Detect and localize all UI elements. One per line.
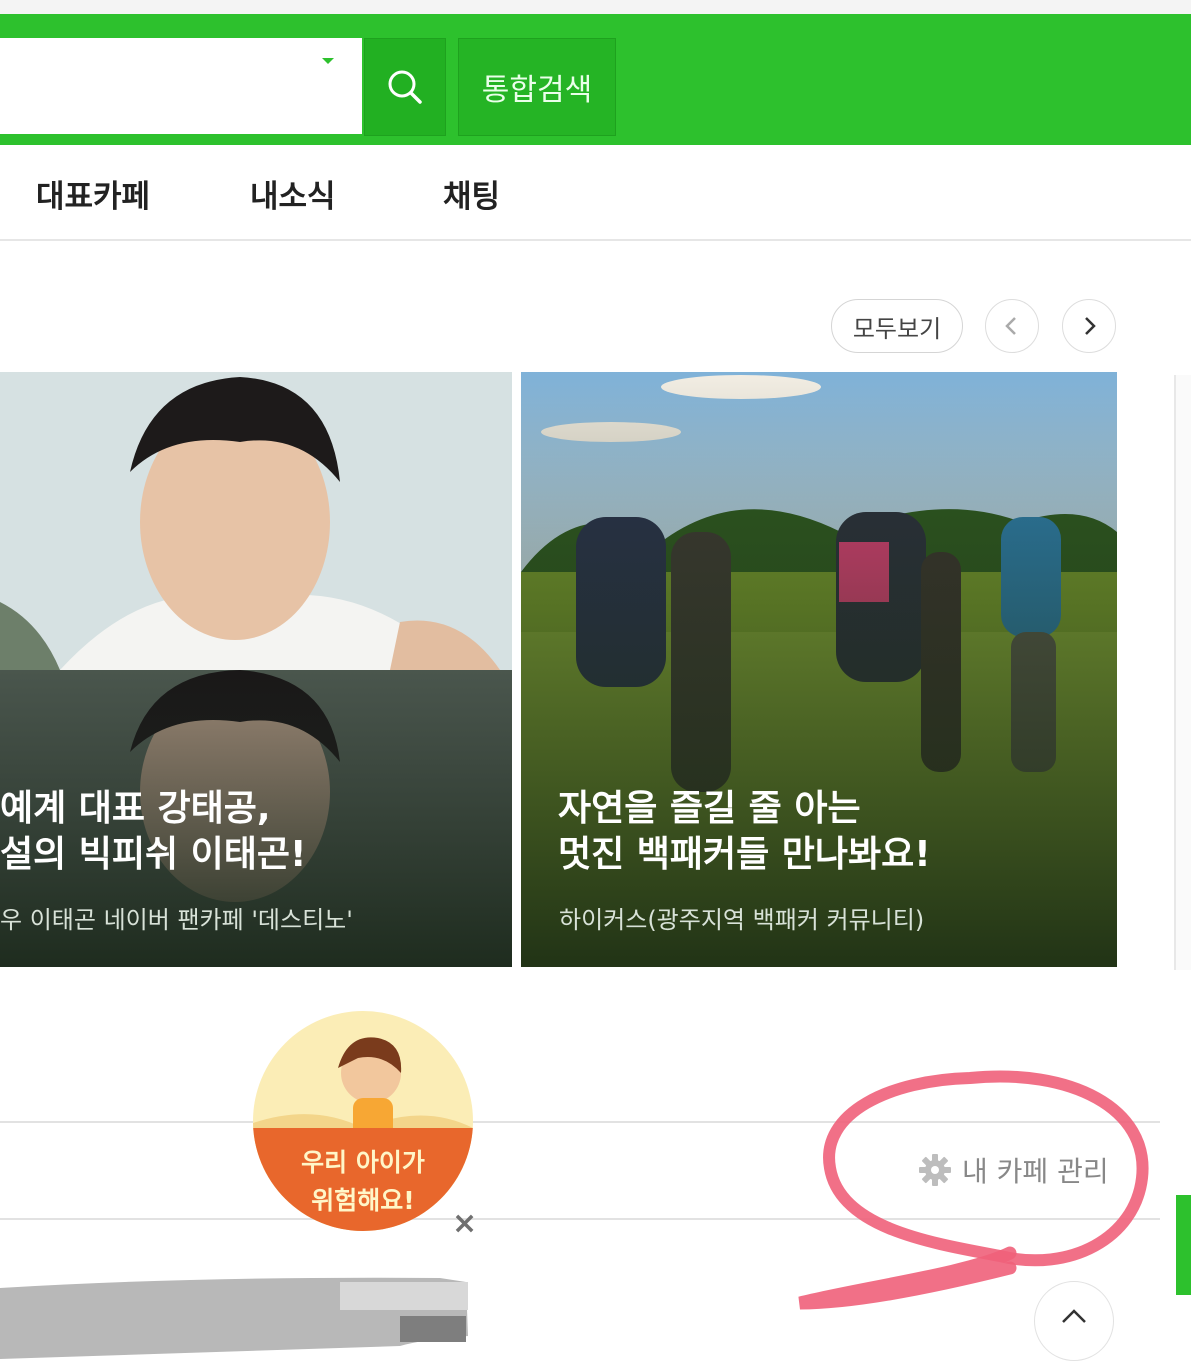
my-cafe-manage-label: 내 카페 관리: [962, 1155, 1109, 1188]
carousel-card-hikers[interactable]: 자연을 즐길 줄 아는 멋진 백패커들 만나봐요! 하이커스(광주지역 백패커 …: [521, 372, 1117, 967]
total-search-button[interactable]: 통합검색: [458, 38, 616, 136]
chevron-up-icon: [1062, 1309, 1086, 1323]
search-icon: [388, 70, 422, 104]
tab-representative-cafe[interactable]: 대표카페: [36, 171, 150, 216]
header-bar: 통합검색: [0, 14, 1191, 145]
card-title-line1: 예계 대표 강태공,: [0, 788, 271, 829]
tab-chat[interactable]: 채팅: [443, 171, 500, 216]
next-card-edge: [1174, 375, 1191, 970]
browser-top-strip: [0, 0, 1191, 14]
promo-close-button[interactable]: ×: [452, 1206, 477, 1241]
carousel-prev-button[interactable]: [985, 299, 1039, 353]
card-title-line2: 멋진 백패커들 만나봐요!: [558, 834, 931, 875]
view-all-button[interactable]: 모두보기: [831, 299, 963, 353]
divider: [0, 1218, 1160, 1220]
card-title-line2: 설의 빅피쉬 이태곤!: [0, 834, 307, 875]
card-subtitle: 우 이태곤 네이버 팬카페 '데스티노': [0, 906, 353, 934]
chevron-right-icon: [1085, 317, 1096, 335]
promo-line1: 우리 아이가: [301, 1148, 425, 1177]
tab-my-news[interactable]: 내소식: [250, 171, 336, 216]
search-button[interactable]: [364, 38, 446, 136]
chevron-left-icon: [1005, 317, 1016, 335]
scroll-to-top-button[interactable]: [1034, 1281, 1114, 1361]
divider: [0, 1121, 1160, 1123]
search-input[interactable]: [0, 38, 362, 134]
search-dropdown-arrow-icon[interactable]: [322, 58, 334, 64]
carousel-next-button[interactable]: [1062, 299, 1116, 353]
card-subtitle: 하이커스(광주지역 백패커 커뮤니티): [559, 906, 925, 934]
promo-line2: 위험해요!: [311, 1186, 415, 1215]
gear-icon: [919, 1154, 951, 1186]
card-title-line1: 자연을 즐길 줄 아는: [558, 788, 861, 829]
side-green-tab: [1176, 1195, 1191, 1295]
my-cafe-manage-button[interactable]: 내 카페 관리: [918, 1150, 1109, 1190]
carousel-card-fan-cafe[interactable]: 예계 대표 강태공, 설의 빅피쉬 이태곤! 우 이태곤 네이버 팬카페 '데스…: [0, 372, 512, 967]
gray-device-image: [0, 1277, 468, 1359]
main-tabs: 대표카페 내소식 채팅: [0, 145, 1191, 241]
promo-badge[interactable]: 우리 아이가 위험해요!: [253, 1003, 473, 1236]
